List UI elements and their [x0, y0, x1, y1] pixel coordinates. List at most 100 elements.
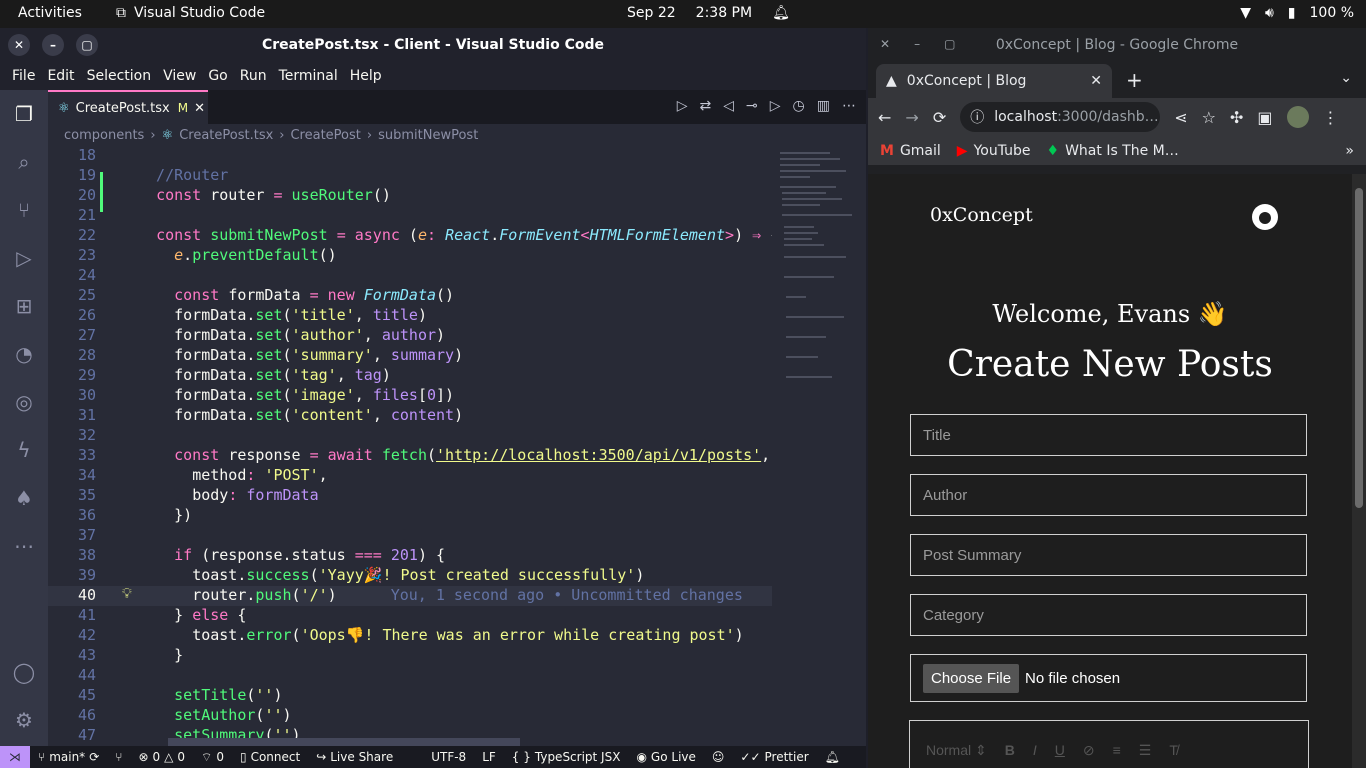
compare-changes-icon[interactable]: ⇄: [700, 98, 712, 114]
prettier-status[interactable]: ✓✓ Prettier: [732, 750, 816, 764]
title-input[interactable]: Title: [910, 414, 1307, 456]
page-scrollbar[interactable]: [1352, 174, 1366, 768]
code-editor[interactable]: 18 19 //Router 20 const router = useRout…: [48, 146, 772, 746]
new-tab-icon[interactable]: +: [1126, 68, 1143, 92]
more-actions-icon[interactable]: ⋯: [842, 98, 856, 114]
bookmark-gmail[interactable]: M Gmail: [880, 143, 941, 159]
bookmark-what-is[interactable]: ♦ What Is The M…: [1047, 143, 1179, 159]
address-bar[interactable]: ⓘ localhost:3000/dashb…: [960, 102, 1161, 132]
menu-terminal[interactable]: Terminal: [273, 68, 344, 84]
ports-status[interactable]: ⌔ 0: [193, 750, 232, 765]
remote-explorer-icon[interactable]: ◎: [0, 378, 48, 426]
explorer-icon[interactable]: ❐: [0, 90, 48, 138]
run-debug-icon[interactable]: ▷: [0, 234, 48, 282]
format-select[interactable]: Normal ⇕: [926, 742, 987, 759]
accounts-icon[interactable]: ◯: [0, 648, 48, 696]
site-logo[interactable]: 0xConcept: [930, 204, 1033, 226]
problems-status[interactable]: ⊗ 0 △ 0: [130, 750, 193, 764]
breadcrumb-component[interactable]: CreatePost: [290, 128, 360, 143]
ordered-list-icon[interactable]: ≡: [1113, 742, 1121, 758]
branch-status[interactable]: ⑂ main* ⟳: [30, 750, 107, 764]
browser-tab[interactable]: ▲ 0xConcept | Blog ✕: [876, 64, 1112, 98]
tab-search-chevron-down-icon[interactable]: ⌄: [1340, 70, 1352, 86]
menu-edit[interactable]: Edit: [41, 68, 80, 84]
breadcrumb-file[interactable]: CreatePost.tsx: [179, 128, 273, 143]
menu-view[interactable]: View: [157, 68, 202, 84]
breadcrumb-function[interactable]: submitNewPost: [378, 128, 478, 143]
git-next-icon[interactable]: ▷: [770, 98, 781, 114]
clear-format-icon[interactable]: T̸: [1169, 742, 1178, 758]
back-arrow-icon[interactable]: ←: [878, 108, 891, 127]
git-graph-icon[interactable]: ◔: [0, 330, 48, 378]
image-file-input[interactable]: Choose File No file chosen: [910, 654, 1307, 702]
menu-help[interactable]: Help: [344, 68, 388, 84]
author-input[interactable]: Author: [910, 474, 1307, 516]
side-panel-icon[interactable]: ▣: [1257, 108, 1272, 127]
menu-file[interactable]: File: [6, 68, 41, 84]
bookmark-youtube[interactable]: ▶ YouTube: [957, 143, 1031, 159]
git-previous-icon[interactable]: ◁: [723, 98, 734, 114]
lightbulb-icon[interactable]: 💡︎: [122, 586, 132, 602]
minimap[interactable]: [772, 146, 852, 746]
reload-icon[interactable]: ⟳: [933, 108, 946, 127]
bookmark-star-icon[interactable]: ☆: [1202, 108, 1216, 127]
menu-run[interactable]: Run: [234, 68, 273, 84]
tab-createpost[interactable]: ⚛ CreatePost.tsx M ✕: [48, 90, 208, 124]
menu-kebab-icon[interactable]: ⋮: [1323, 108, 1339, 127]
notifications-bell-icon[interactable]: 🔔︎: [817, 750, 848, 764]
connect-status[interactable]: ▯ Connect: [232, 750, 308, 764]
extensions-icon[interactable]: ⊞: [0, 282, 48, 330]
language-status[interactable]: { } TypeScript JSX: [504, 750, 629, 764]
remote-indicator-icon[interactable]: ⋊: [0, 746, 30, 768]
close-window-button[interactable]: ✕: [8, 34, 30, 56]
github-icon[interactable]: [1252, 204, 1278, 230]
profile-avatar[interactable]: [1286, 106, 1309, 128]
more-bookmarks-icon[interactable]: »: [1345, 143, 1354, 159]
underline-icon[interactable]: U: [1055, 742, 1065, 758]
thunder-client-icon[interactable]: ϟ: [0, 426, 48, 474]
breadcrumb-folder[interactable]: components: [64, 128, 144, 143]
category-input[interactable]: Category: [910, 594, 1307, 636]
close-tab-icon[interactable]: ✕: [1090, 73, 1102, 89]
bold-icon[interactable]: B: [1005, 742, 1015, 758]
git-graph-status-icon[interactable]: ⑂: [107, 750, 130, 764]
run-icon[interactable]: ▷: [677, 98, 688, 114]
live-share-status[interactable]: ↪ Live Share: [308, 750, 401, 764]
encoding-status[interactable]: UTF-8: [423, 750, 474, 764]
activities-button[interactable]: Activities: [18, 5, 82, 21]
eol-status[interactable]: LF: [474, 750, 504, 764]
summary-input[interactable]: Post Summary: [910, 534, 1307, 576]
mongodb-icon[interactable]: ♠: [0, 474, 48, 522]
horizontal-scrollbar[interactable]: [168, 738, 520, 746]
vertical-scrollbar[interactable]: [852, 146, 866, 746]
app-menu[interactable]: ⧉ Visual Studio Code: [116, 5, 265, 21]
forward-arrow-icon[interactable]: →: [905, 108, 918, 127]
link-icon[interactable]: ⊘: [1083, 742, 1095, 759]
extensions-puzzle-icon[interactable]: ✣: [1230, 108, 1243, 127]
site-info-icon[interactable]: ⓘ: [970, 107, 984, 127]
split-editor-icon[interactable]: ▥: [817, 98, 830, 114]
minimize-window-button[interactable]: –: [42, 34, 64, 56]
italic-icon[interactable]: I: [1033, 742, 1037, 758]
copilot-icon[interactable]: ☺: [704, 750, 733, 764]
minimize-window-button[interactable]: –: [914, 37, 920, 51]
clock[interactable]: Sep 22 2:38 PM 🔔︎: [627, 5, 790, 21]
scrollbar-thumb[interactable]: [1355, 188, 1363, 508]
go-live-status[interactable]: ◉ Go Live: [628, 750, 703, 764]
settings-gear-icon[interactable]: ⚙: [0, 696, 48, 744]
close-window-button[interactable]: ✕: [880, 37, 890, 51]
search-icon[interactable]: ⌕: [0, 138, 48, 186]
menu-selection[interactable]: Selection: [81, 68, 158, 84]
close-tab-icon[interactable]: ✕: [194, 101, 205, 116]
maximize-window-button[interactable]: ▢: [76, 34, 98, 56]
bullet-list-icon[interactable]: ☰: [1139, 742, 1152, 759]
more-icon[interactable]: ⋯: [0, 522, 48, 570]
git-commit-icon[interactable]: ⊸: [746, 98, 758, 114]
menu-go[interactable]: Go: [202, 68, 233, 84]
timeline-icon[interactable]: ◷: [793, 98, 805, 114]
maximize-window-button[interactable]: ▢: [944, 37, 955, 51]
source-control-icon[interactable]: ⑂: [0, 186, 48, 234]
share-icon[interactable]: ⋖: [1174, 108, 1187, 127]
choose-file-button[interactable]: Choose File: [923, 663, 1020, 693]
system-tray[interactable]: ▼ 🔊︎ ▮ 100 %: [1240, 5, 1354, 21]
